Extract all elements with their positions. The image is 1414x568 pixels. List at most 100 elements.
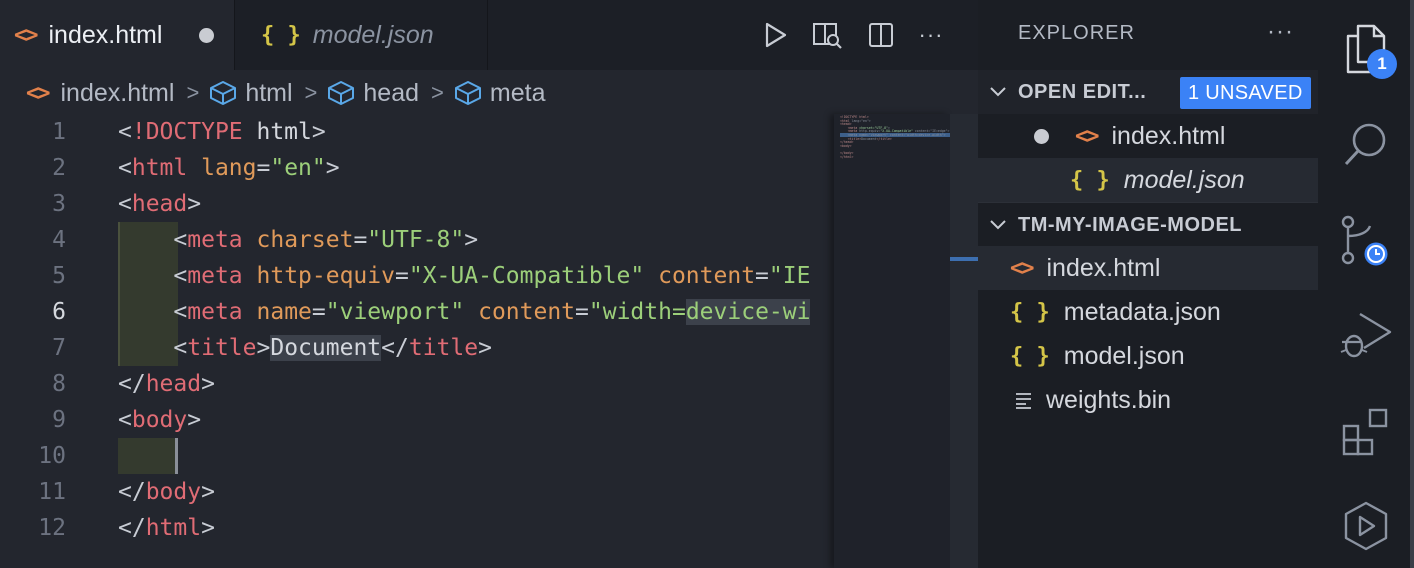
unsaved-dot-icon[interactable]	[199, 28, 214, 43]
explorer-title: EXPLORER	[1018, 22, 1135, 44]
minimap[interactable]: <!DOCTYPE html> <html lang="en"> <head> …	[834, 114, 950, 568]
file-name: weights.bin	[1046, 385, 1172, 414]
breadcrumb-item[interactable]: head	[327, 79, 419, 108]
breadcrumb-item[interactable]: html	[209, 78, 293, 108]
tab-index-html[interactable]: <> index.html	[0, 0, 234, 70]
file-item-metadata-json[interactable]: { } metadata.json	[978, 290, 1318, 334]
explorer-panel: EXPLORER ··· OPEN EDIT... 1 UNSAVED <> i…	[978, 0, 1318, 568]
line-number: 1	[52, 119, 66, 145]
html-file-icon: <>	[26, 80, 50, 106]
code-text: <head>	[118, 191, 202, 217]
file-item-model-json[interactable]: { } model.json	[978, 334, 1318, 378]
code-line[interactable]: 3 <head>	[0, 186, 834, 222]
open-preview-icon[interactable]	[810, 18, 844, 52]
tab-bar: <> index.html { } model.json ···	[0, 0, 978, 70]
code-line[interactable]: 10	[0, 438, 834, 474]
file-item-weights-bin[interactable]: weights.bin	[978, 378, 1318, 422]
json-file-icon: { }	[1010, 299, 1050, 325]
code-line[interactable]: 4 <meta charset="UTF-8">	[0, 222, 834, 258]
unsaved-badge: 1 UNSAVED	[1180, 77, 1311, 109]
line-number: 6	[52, 299, 66, 325]
code-line-active[interactable]: 6 <meta name="viewport" content="width=d…	[0, 294, 834, 330]
line-number: 3	[52, 191, 66, 217]
breadcrumb-label: html	[245, 78, 293, 107]
breadcrumb-label: index.html	[60, 78, 175, 107]
explorer-badge: 1	[1367, 49, 1397, 79]
scrollbar-cursor-marker	[950, 257, 978, 261]
breadcrumb-label: head	[363, 78, 420, 107]
line-number: 4	[52, 227, 66, 253]
code-line[interactable]: 8 </head>	[0, 366, 834, 402]
file-name: index.html	[1111, 121, 1226, 150]
tab-model-json[interactable]: { } model.json	[234, 0, 488, 70]
symbol-element-icon	[328, 81, 355, 105]
open-editor-item-index-html[interactable]: <> index.html	[978, 114, 1318, 158]
line-number: 9	[52, 407, 66, 433]
code-line[interactable]: 1 <!DOCTYPE html>	[0, 114, 834, 150]
line-number: 5	[52, 263, 66, 289]
tab-label: model.json	[312, 20, 434, 49]
code-text: <meta name="viewport" content="width=dev…	[173, 299, 811, 325]
code-text: <!DOCTYPE html>	[118, 119, 326, 145]
line-number: 7	[52, 335, 66, 361]
vertical-scrollbar[interactable]	[950, 114, 978, 568]
explorer-more-icon[interactable]: ···	[1267, 18, 1294, 46]
tab-label: index.html	[48, 20, 163, 49]
json-file-icon: { }	[261, 22, 301, 48]
run-icon[interactable]	[758, 18, 792, 52]
unsaved-dot-icon[interactable]	[1034, 128, 1049, 144]
activity-bar: 1	[1318, 0, 1414, 568]
chevron-right-icon: >	[304, 80, 318, 105]
chevron-down-icon	[990, 87, 1006, 97]
json-file-icon: { }	[1070, 167, 1110, 193]
breadcrumb-item[interactable]: <> index.html	[26, 79, 174, 108]
symbol-element-icon	[454, 81, 481, 105]
html-file-icon: <>	[1010, 255, 1034, 281]
file-name: index.html	[1046, 253, 1161, 282]
chevron-right-icon: >	[431, 80, 444, 105]
code-line[interactable]: 2 <html lang="en">	[0, 150, 834, 186]
code-text: </html>	[118, 515, 215, 541]
line-number: 12	[38, 515, 66, 541]
section-label: OPEN EDIT...	[1018, 80, 1147, 103]
line-number: 8	[52, 371, 66, 397]
search-icon[interactable]	[1338, 116, 1394, 172]
text-file-icon	[1016, 393, 1031, 409]
code-line[interactable]: 11 </body>	[0, 474, 834, 510]
line-number: 11	[38, 479, 66, 505]
code-text: <meta charset="UTF-8">	[173, 227, 479, 253]
code-line[interactable]: 12 </html>	[0, 510, 834, 546]
code-text: </head>	[118, 371, 215, 397]
folder-header[interactable]: TM-MY-IMAGE-MODEL	[978, 202, 1318, 247]
html-file-icon: <>	[1075, 123, 1099, 149]
line-number: 2	[52, 155, 66, 181]
more-actions-icon[interactable]: ···	[914, 18, 948, 52]
open-editor-item-model-json[interactable]: { } model.json	[978, 158, 1318, 202]
code-line[interactable]: 5 <meta http-equiv="X-UA-Compatible" con…	[0, 258, 834, 294]
source-control-icon[interactable]	[1338, 214, 1394, 270]
file-item-index-html[interactable]: <> index.html	[978, 246, 1318, 290]
split-editor-icon[interactable]	[864, 18, 898, 52]
symbol-element-icon	[210, 81, 237, 105]
remote-explorer-icon[interactable]	[1338, 498, 1394, 554]
chevron-down-icon	[990, 220, 1006, 230]
section-label: TM-MY-IMAGE-MODEL	[1018, 213, 1243, 236]
code-line[interactable]: 7 <title>Document</title>	[0, 330, 834, 366]
run-debug-icon[interactable]	[1338, 306, 1394, 362]
breadcrumb-item[interactable]: meta	[454, 79, 545, 108]
breadcrumb: <> index.html > html > head > meta	[26, 74, 545, 112]
file-name: model.json	[1063, 341, 1185, 370]
file-name: model.json	[1123, 165, 1245, 194]
line-number: 10	[38, 443, 66, 469]
window-edge	[1410, 0, 1414, 568]
code-text: <meta http-equiv="X-UA-Compatible" conte…	[173, 263, 811, 289]
code-line[interactable]: 9 <body>	[0, 402, 834, 438]
json-file-icon: { }	[1010, 343, 1050, 369]
file-name: metadata.json	[1063, 297, 1221, 326]
open-editors-header[interactable]: OPEN EDIT... 1 UNSAVED	[978, 70, 1318, 114]
code-text: <title>Document</title>	[173, 335, 492, 361]
html-file-icon: <>	[14, 22, 38, 48]
editor-area: <> index.html { } model.json ··· <> inde…	[0, 0, 978, 568]
code-text: </body>	[118, 479, 215, 505]
extensions-icon[interactable]	[1338, 404, 1394, 460]
